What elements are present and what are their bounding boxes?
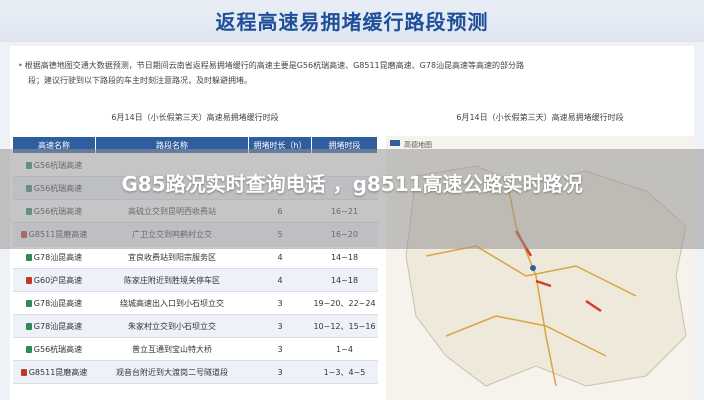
cell-duration: 3 (248, 291, 312, 315)
map-logo-icon (390, 140, 400, 146)
table-row: G56杭瑞高速 普立互通到宝山特大桥 3 1~4 (12, 337, 378, 361)
header-banner: 返程高速易拥堵缓行路段预测 (0, 0, 704, 42)
cell-highway: G78汕昆高速 (12, 314, 96, 338)
cell-segment: 陈家庄附近到胜境关停车区 (95, 268, 249, 292)
cell-highway-text: G60沪昆高速 (33, 275, 83, 285)
cell-time: 10~12、15~16 (311, 314, 378, 338)
cell-time: 1~3、4~5 (311, 360, 378, 384)
highway-shield-icon (20, 368, 27, 376)
cell-highway: G60沪昆高速 (12, 268, 96, 292)
bullet-icon: • (18, 61, 23, 70)
cell-duration: 4 (248, 268, 312, 292)
cell-highway-text: G8511昆磨高速 (28, 367, 88, 377)
table-row: G78汕昆高速 绕城高速出入口到小石坝立交 3 19~20、22~24 (12, 291, 378, 315)
title-overlay: G85路况实时查询电话 ，g8511高速公路实时路况 (0, 149, 704, 249)
table-caption: 6月14日（小长假第三天）高速易拥堵缓行时段 (111, 113, 279, 122)
cell-highway-text: G78汕昆高速 (33, 321, 83, 331)
screenshot: 返程高速易拥堵缓行路段预测 • 根据高德地图交通大数据预测，节日期间云南省返程易拥… (0, 0, 704, 400)
table-row: G8511昆磨高速 观音台附近到大渡岗二号隧道段 3 1~3、4~5 (12, 360, 378, 384)
cell-time: 19~20、22~24 (311, 291, 378, 315)
cell-highway-text: G56杭瑞高速 (33, 344, 83, 354)
cell-highway: G56杭瑞高速 (12, 337, 96, 361)
intro-line-2-text: 段；建议行驶到以下路段的车主时刻注意路况，及时躲避拥堵。 (28, 76, 252, 85)
overlay-title: G85路况实时查询电话 ，g8511高速公路实时路况 (121, 172, 583, 196)
banner-title: 返程高速易拥堵缓行路段预测 (215, 10, 489, 34)
highway-shield-icon (25, 299, 32, 307)
cell-segment: 观音台附近到大渡岗二号隧道段 (95, 360, 249, 384)
cell-duration: 3 (248, 337, 312, 361)
map-caption: 6月14日（小长假第三天）高速易拥堵缓行时段 (456, 113, 624, 122)
cell-highway: G8511昆磨高速 (12, 360, 96, 384)
cell-highway: G78汕昆高速 (12, 291, 96, 315)
cell-highway-text: G78汕昆高速 (33, 252, 83, 262)
intro-line-1: • 根据高德地图交通大数据预测，节日期间云南省返程易拥堵缓行的高速主要是G56杭瑞… (18, 58, 618, 73)
intro-line-2: 段；建议行驶到以下路段的车主时刻注意路况，及时躲避拥堵。 (18, 73, 618, 88)
highway-shield-icon (25, 253, 32, 261)
city-marker (530, 265, 536, 271)
cell-duration: 3 (248, 360, 312, 384)
cell-duration: 3 (248, 314, 312, 338)
cell-time: 1~4 (311, 337, 378, 361)
highway-shield-icon (25, 276, 32, 284)
cell-segment: 普立互通到宝山特大桥 (95, 337, 249, 361)
cell-time: 14~18 (311, 268, 378, 292)
cell-segment: 绕城高速出入口到小石坝立交 (95, 291, 249, 315)
table-row: G78汕昆高速 朱家村立交到小石坝立交 3 10~12、15~16 (12, 314, 378, 338)
intro-line-1-text: 根据高德地图交通大数据预测，节日期间云南省返程易拥堵缓行的高速主要是G56杭瑞高… (24, 61, 525, 70)
highway-shield-icon (25, 322, 32, 330)
cell-highway-text: G78汕昆高速 (33, 298, 83, 308)
table-row: G60沪昆高速 陈家庄附近到胜境关停车区 4 14~18 (12, 268, 378, 292)
cell-segment: 朱家村立交到小石坝立交 (95, 314, 249, 338)
highway-shield-icon (25, 345, 32, 353)
intro-text: • 根据高德地图交通大数据预测，节日期间云南省返程易拥堵缓行的高速主要是G56杭瑞… (18, 58, 618, 88)
